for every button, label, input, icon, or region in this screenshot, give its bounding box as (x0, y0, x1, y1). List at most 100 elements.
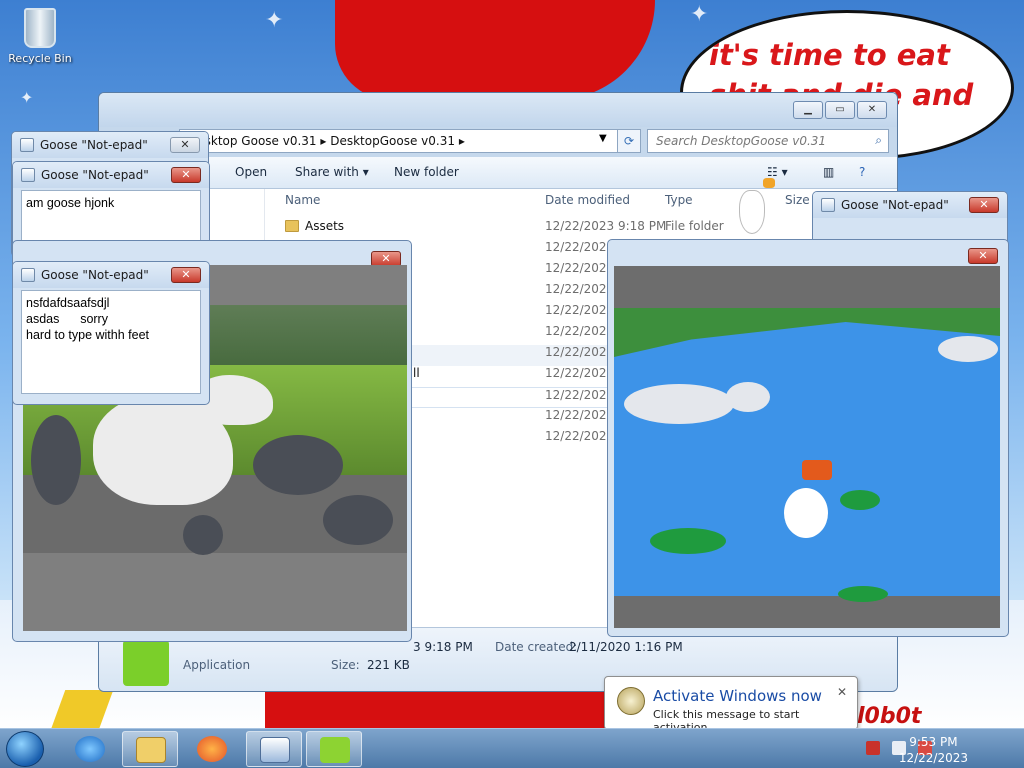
clock-time: 9:53 PM (909, 735, 958, 749)
column-header-name[interactable]: Name (285, 193, 320, 207)
close-button[interactable]: ✕ (171, 167, 201, 183)
details-size-label: Size: (331, 658, 360, 672)
file-date: 12/22/2023 9:18 PM (545, 219, 667, 233)
open-button[interactable]: Open (235, 165, 267, 179)
folder-icon (136, 737, 166, 763)
pond-rock (726, 382, 770, 412)
breadcrumb-chevron-icon: ▸ (320, 134, 331, 148)
notepad-caption: Goose "Not-epad" ✕ (13, 162, 209, 188)
explorer-toolbar: Open Share with ▾ New folder ☷ ▾ ▥ ? (99, 157, 897, 189)
pigeon-figure (323, 495, 393, 545)
recycle-bin[interactable]: Recycle Bin (8, 8, 72, 65)
details-type: Application (183, 658, 251, 672)
pond-rock (624, 384, 734, 424)
activation-notification[interactable]: Activate Windows now Click this message … (604, 676, 858, 734)
desktop-goose-icon (320, 737, 350, 763)
notepad-caption: Goose "Not-epad" ✕ (813, 192, 1007, 218)
file-name: Assets (305, 219, 345, 233)
video-window-pond: ✕ (607, 239, 1009, 637)
firefox-icon (197, 736, 227, 762)
notepad-caption: Goose "Not-epad" ✕ (12, 132, 208, 158)
lily-pad (840, 490, 880, 510)
pigeon-figure (183, 515, 223, 555)
search-icon[interactable]: ⌕ (875, 133, 882, 148)
application-icon (123, 640, 169, 686)
breadcrumb-item[interactable]: DesktopGoose v0.31 (330, 134, 455, 148)
corner-text: l0b0t (857, 704, 922, 729)
share-with-label: Share with (295, 165, 359, 179)
details-created-value: 2/11/2020 1:16 PM (569, 640, 683, 654)
explorer-caption-buttons: ▁ ▭ ✕ (793, 101, 887, 119)
internet-explorer-icon (75, 736, 105, 762)
column-header-date-modified[interactable]: Date modified (545, 193, 630, 207)
activation-title: Activate Windows now (653, 687, 822, 705)
pond-video (614, 266, 1000, 628)
recycle-bin-label: Recycle Bin (8, 52, 72, 65)
file-row[interactable]: Assets 12/22/2023 9:18 PM File folder (279, 219, 889, 240)
clock-date: 12/22/2023 (898, 751, 968, 765)
start-button[interactable] (6, 731, 44, 767)
recycle-bin-icon (24, 8, 56, 48)
close-button[interactable]: ✕ (170, 137, 200, 153)
close-button[interactable]: ✕ (968, 248, 998, 264)
close-button[interactable]: ✕ (969, 197, 999, 213)
goose-figure (784, 488, 828, 538)
new-folder-button[interactable]: New folder (394, 165, 459, 179)
notepad-icon (20, 138, 34, 152)
crown-icon (802, 460, 832, 480)
taskbar-internet-explorer[interactable] (62, 731, 118, 767)
pigeon-figure (253, 435, 343, 495)
snowflake-icon: ✦ (20, 88, 34, 107)
share-with-button[interactable]: Share with ▾ (295, 165, 369, 179)
goose-body (739, 190, 765, 234)
file-name: ll (413, 366, 420, 380)
breadcrumb-chevron-icon: ▸ (458, 134, 465, 148)
close-icon[interactable]: ✕ (837, 685, 847, 699)
close-button[interactable]: ✕ (857, 101, 887, 119)
notepad-title: Goose "Not-epad" (40, 138, 148, 152)
search-placeholder: Search DesktopGoose v0.31 (656, 134, 827, 148)
wallpaper-santa-hat (335, 0, 655, 100)
preview-pane-icon[interactable]: ▥ (823, 165, 834, 179)
details-modified: 3 9:18 PM (413, 640, 473, 654)
help-icon[interactable]: ? (859, 165, 865, 179)
pond-rock (938, 336, 998, 362)
maximize-button[interactable]: ▭ (825, 101, 855, 119)
column-header-size[interactable]: Size (785, 193, 810, 207)
notepad-window: Goose "Not-epad" ✕ nsfdafdsaafsdjl asdas… (12, 261, 210, 405)
key-icon (617, 687, 645, 715)
folder-icon (285, 220, 299, 232)
notepad-title: Goose "Not-epad" (841, 198, 949, 212)
notepad-icon (260, 737, 290, 763)
refresh-button[interactable]: ⟳ (617, 129, 641, 153)
snowflake-icon: ✦ (690, 2, 709, 27)
notepad-icon (21, 268, 35, 282)
minimize-button[interactable]: ▁ (793, 101, 823, 119)
taskbar-file-explorer[interactable] (122, 731, 178, 767)
lily-pad (838, 586, 888, 602)
address-bar[interactable]: Desktop Goose v0.31 ▸ DesktopGoose v0.31… (179, 129, 639, 153)
address-dropdown-icon[interactable]: ▼ (599, 133, 607, 144)
notepad-title: Goose "Not-epad" (41, 268, 149, 282)
goose-beak (763, 178, 775, 188)
system-clock[interactable]: 9:53 PM 12/22/2023 (899, 734, 968, 766)
snowflake-icon: ✦ (265, 8, 284, 33)
lily-pad (650, 528, 726, 554)
close-button[interactable]: ✕ (171, 267, 201, 283)
taskbar-notepad[interactable] (246, 731, 302, 767)
notepad-icon (821, 198, 835, 212)
taskbar-desktop-goose[interactable] (306, 731, 362, 767)
goose-sprite[interactable] (733, 176, 775, 238)
notepad-text-area[interactable]: nsfdafdsaafsdjl asdas sorry hard to type… (21, 290, 201, 394)
notepad-caption: Goose "Not-epad" ✕ (13, 262, 209, 288)
explorer-caption (99, 93, 897, 127)
pigeon-figure (31, 415, 81, 505)
details-size-value: 221 KB (367, 658, 410, 672)
search-input[interactable]: Search DesktopGoose v0.31 ⌕ (647, 129, 889, 153)
notepad-title: Goose "Not-epad" (41, 168, 149, 182)
action-center-icon[interactable] (866, 741, 880, 755)
column-header-type[interactable]: Type (665, 193, 693, 207)
taskbar-firefox[interactable] (184, 731, 240, 767)
taskbar: 9:53 PM 12/22/2023 (0, 728, 1024, 768)
notepad-icon (21, 168, 35, 182)
